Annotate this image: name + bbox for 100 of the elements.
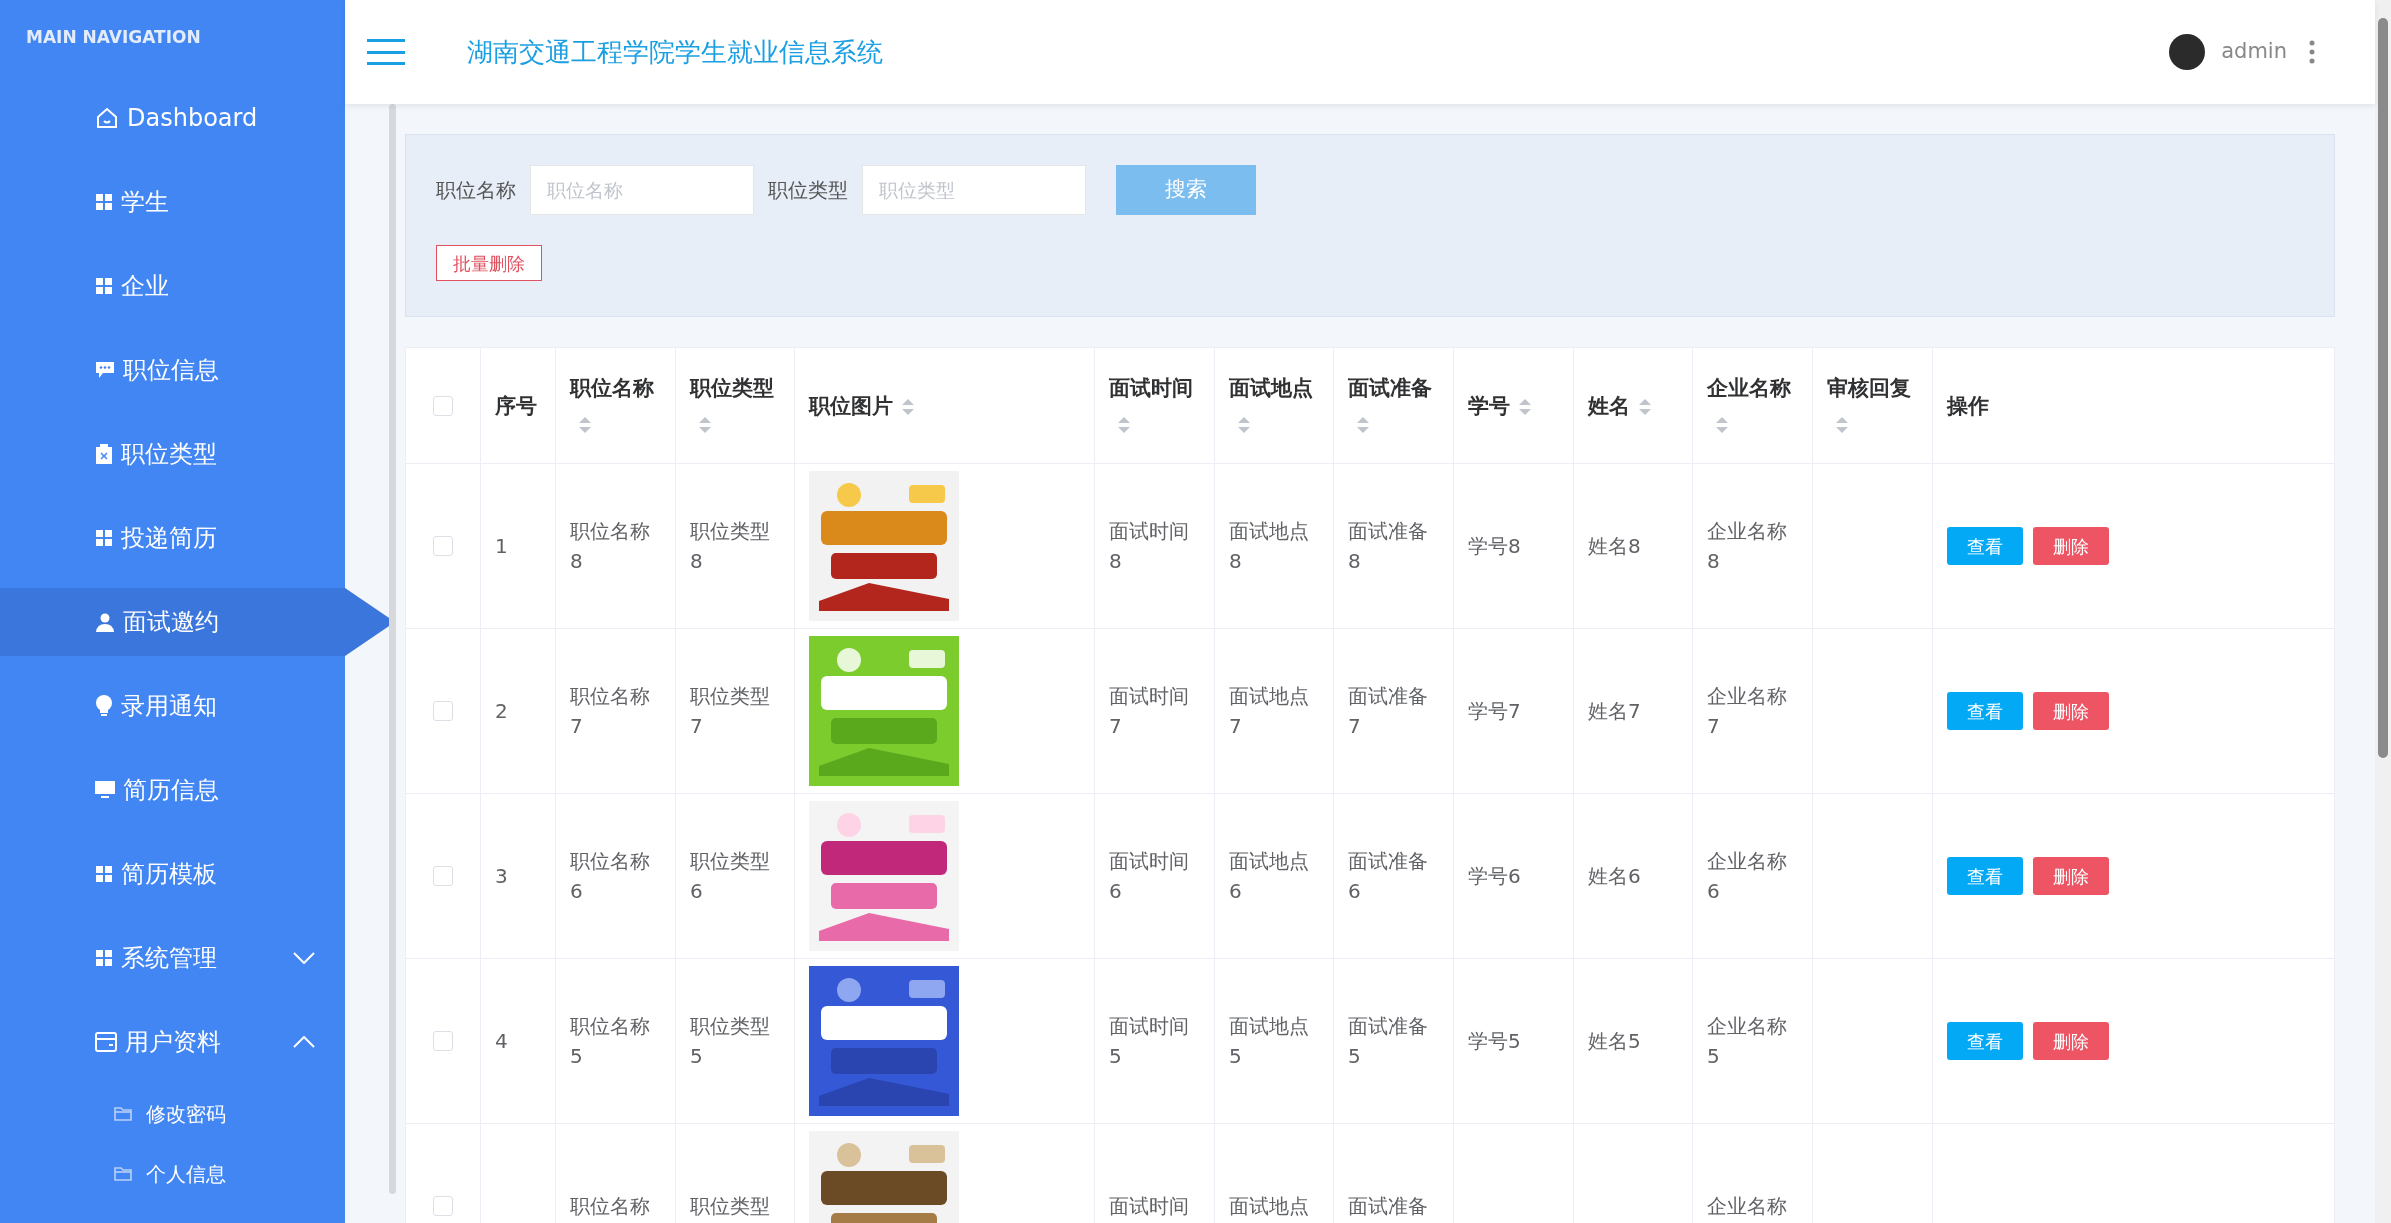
- table-cell-text: 4: [495, 1028, 508, 1055]
- table-cell-text: 面试准备5: [1348, 1013, 1429, 1070]
- grid-icon: [95, 529, 113, 547]
- table-cell-text: 企业名称7: [1707, 683, 1788, 740]
- search-button[interactable]: 搜索: [1116, 165, 1256, 215]
- table-cell-text: 学号8: [1468, 533, 1521, 560]
- view-button[interactable]: 查看: [1947, 1022, 2023, 1060]
- checkbox[interactable]: [433, 701, 453, 721]
- sort-icon: [1518, 396, 1532, 417]
- checkbox[interactable]: [433, 1031, 453, 1051]
- sidebar-item[interactable]: 面试邀约: [0, 588, 345, 656]
- sort-icon: [578, 414, 592, 435]
- grid-icon: [95, 277, 113, 295]
- delete-button[interactable]: 删除: [2033, 1022, 2109, 1060]
- table-cell-text: 职位名称7: [570, 683, 651, 740]
- checkbox[interactable]: [433, 866, 453, 886]
- table-cell-text: 企业名称5: [1707, 1013, 1788, 1070]
- view-button[interactable]: 查看: [1947, 692, 2023, 730]
- checkbox[interactable]: [433, 536, 453, 556]
- column-header: 序号: [495, 392, 537, 420]
- column-header: 姓名: [1588, 387, 1652, 424]
- navigation-heading: MAIN NAVIGATION: [26, 26, 201, 50]
- clipboard-icon: [95, 444, 113, 464]
- checkbox[interactable]: [433, 1196, 453, 1216]
- sidebar-item[interactable]: 学生: [0, 168, 345, 236]
- table-cell-text: 姓名7: [1588, 698, 1641, 725]
- user-icon: [95, 612, 115, 632]
- sidebar-item[interactable]: 职位类型: [0, 420, 345, 488]
- sidebar-item[interactable]: 简历信息: [0, 756, 345, 824]
- column-header: 职位名称: [570, 369, 661, 442]
- delete-button[interactable]: 删除: [2033, 857, 2109, 895]
- table-cell-text: 面试地点6: [1229, 848, 1310, 905]
- column-header: 职位图片: [809, 387, 915, 424]
- sidebar-item[interactable]: 系统管理: [0, 924, 345, 992]
- table-cell-text: 职位类型: [690, 1193, 770, 1220]
- more-icon[interactable]: [2309, 40, 2315, 64]
- table-cell-text: 1: [495, 533, 508, 560]
- column-header: 学号: [1468, 387, 1532, 424]
- table-cell-text: 面试地点5: [1229, 1013, 1310, 1070]
- delete-button[interactable]: 删除: [2033, 527, 2109, 565]
- search-field[interactable]: 职位名称: [530, 165, 754, 215]
- checkbox[interactable]: [433, 395, 453, 416]
- table-cell-text: 企业名称: [1707, 1193, 1787, 1220]
- sidebar-item[interactable]: 职位信息: [0, 336, 345, 404]
- chat-icon: [95, 361, 115, 379]
- table-cell-text: 面试地点7: [1229, 683, 1310, 740]
- table-cell-text: 职位名称8: [570, 518, 651, 575]
- table-cell-text: 职位类型7: [690, 683, 771, 740]
- table-cell-text: 学号5: [1468, 1028, 1521, 1055]
- avatar[interactable]: [2169, 34, 2206, 70]
- search-field[interactable]: 职位类型: [862, 165, 1086, 215]
- sidebar-item[interactable]: 投递简历: [0, 504, 345, 572]
- table-cell-text: 面试准备7: [1348, 683, 1429, 740]
- folder-icon: [114, 1107, 132, 1121]
- column-header: 面试地点: [1229, 369, 1319, 442]
- grid-icon: [95, 949, 113, 967]
- username[interactable]: admin: [2221, 36, 2287, 68]
- batch-delete-button[interactable]: 批量删除: [436, 245, 542, 281]
- table-cell-text: 学号7: [1468, 698, 1521, 725]
- sort-icon: [698, 414, 712, 435]
- table-cell-text: 面试时间6: [1109, 848, 1190, 905]
- lightbulb-icon: [95, 695, 113, 717]
- home-icon: [95, 106, 119, 130]
- table-cell-text: 职位类型8: [690, 518, 771, 575]
- grid-icon: [95, 193, 113, 211]
- table-cell-text: 职位类型6: [690, 848, 771, 905]
- column-header: 职位类型: [690, 369, 780, 442]
- submenu-item[interactable]: 个人信息: [0, 1148, 345, 1200]
- grid-icon: [95, 865, 113, 883]
- table-cell-text: 职位类型5: [690, 1013, 771, 1070]
- table-cell-text: 企业名称8: [1707, 518, 1788, 575]
- app-title: 湖南交通工程学院学生就业信息系统: [467, 35, 883, 69]
- table-cell-text: 面试时间8: [1109, 518, 1190, 575]
- column-header: 面试准备: [1348, 369, 1439, 442]
- table-cell-text: 面试地点: [1229, 1193, 1309, 1220]
- view-button[interactable]: 查看: [1947, 857, 2023, 895]
- wallet-icon: [95, 1032, 117, 1052]
- menu-icon[interactable]: [367, 39, 405, 65]
- delete-button[interactable]: 删除: [2033, 692, 2109, 730]
- sidebar-item[interactable]: 录用通知: [0, 672, 345, 740]
- table-cell-text: 面试时间: [1109, 1193, 1189, 1220]
- table-cell-text: 姓名5: [1588, 1028, 1641, 1055]
- table-cell-text: 面试地点8: [1229, 518, 1310, 575]
- column-header: 审核回复: [1827, 369, 1918, 442]
- sidebar-scrollbar[interactable]: [388, 104, 396, 1194]
- sidebar-item[interactable]: 企业: [0, 252, 345, 320]
- submenu-item[interactable]: 修改密码: [0, 1088, 345, 1140]
- table-cell-text: 2: [495, 698, 508, 725]
- sidebar-item[interactable]: 用户资料: [0, 1008, 345, 1076]
- table-cell-text: 面试时间5: [1109, 1013, 1190, 1070]
- sidebar-item[interactable]: 简历模板: [0, 840, 345, 908]
- sort-icon: [1237, 414, 1251, 435]
- page-scrollbar[interactable]: [2375, 0, 2391, 1223]
- view-button[interactable]: 查看: [1947, 527, 2023, 565]
- column-header: 操作: [1947, 392, 1989, 420]
- table-cell-text: 面试准备: [1348, 1193, 1428, 1220]
- field-label: 职位类型: [768, 177, 848, 204]
- folder-icon: [114, 1167, 132, 1181]
- column-header: 面试时间: [1109, 369, 1200, 442]
- sidebar-item[interactable]: Dashboard: [0, 84, 345, 152]
